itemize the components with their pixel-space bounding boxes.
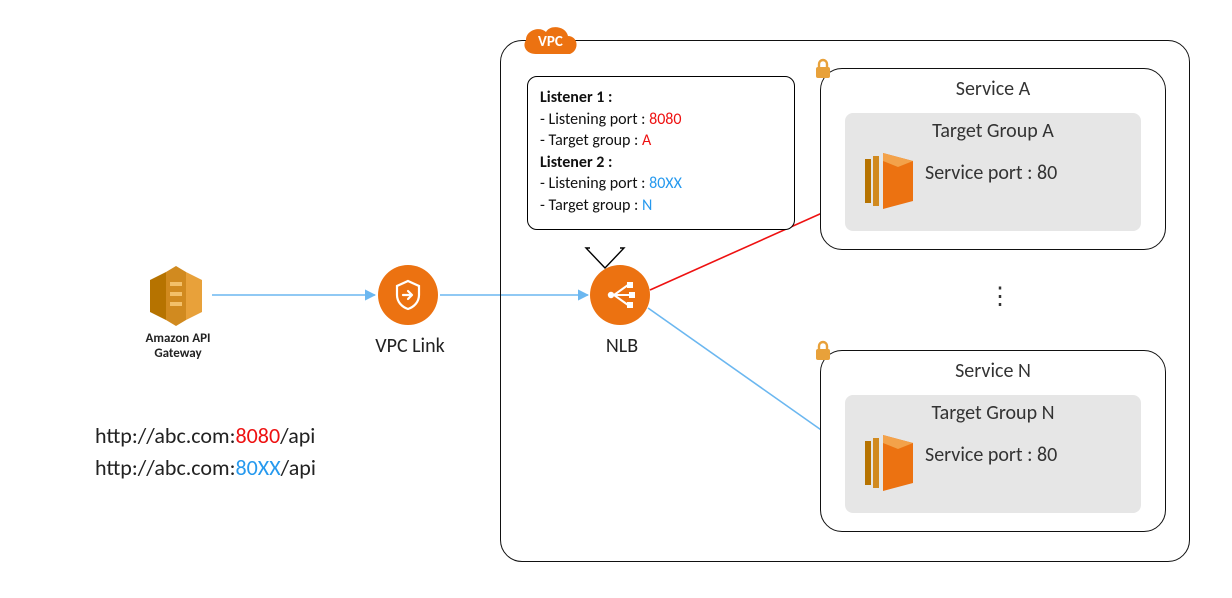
url-1: http://abc.com:8080/api [95, 420, 316, 452]
diagram-canvas: Amazon API Gateway VPC Link VPC NLB List… [0, 0, 1232, 598]
vpc-badge: VPC [514, 20, 584, 64]
listener2-port-row: Listening port : 80XX [540, 173, 782, 195]
api-gateway-icon [140, 264, 212, 333]
listener1-tg-row: Target group : A [540, 130, 782, 152]
api-gateway-label: Amazon API Gateway [140, 332, 216, 362]
example-urls: http://abc.com:8080/api http://abc.com:8… [95, 420, 316, 484]
lock-icon [811, 57, 835, 81]
vpc-badge-text: VPC [538, 33, 563, 51]
vpc-link-icon [378, 265, 438, 325]
url-2: http://abc.com:80XX/api [95, 452, 316, 484]
listener1-port-row: Listening port : 8080 [540, 109, 782, 131]
lock-icon [811, 339, 835, 363]
listener1-title: Listener 1 : [540, 88, 612, 107]
listener2-tg-row: Target group : N [540, 195, 782, 217]
vpc-link-label: VPC Link [360, 334, 460, 358]
listener2-title: Listener 2 : [540, 153, 612, 172]
nlb-listener-callout: Listener 1 : Listening port : 8080 Targe… [527, 76, 795, 230]
